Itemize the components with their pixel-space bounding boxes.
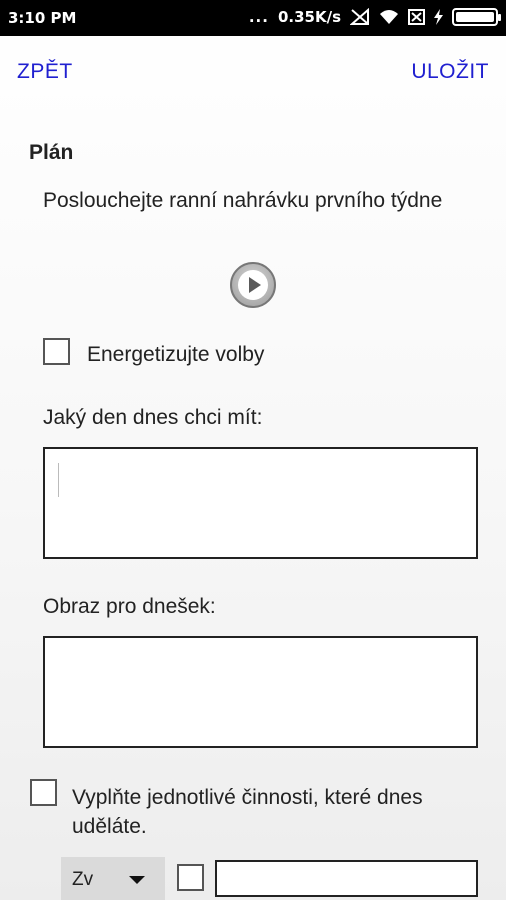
status-icons: ... 0.35K/s (248, 8, 501, 26)
image-label: Obraz pro dnešek: (43, 595, 216, 618)
activity-type-dropdown[interactable]: Zv (61, 857, 165, 900)
battery-level (456, 12, 494, 22)
activities-checkbox[interactable] (30, 779, 57, 806)
status-bar: 3:10 PM ... 0.35K/s (0, 0, 506, 36)
save-button[interactable]: ULOŽIT (411, 60, 489, 84)
image-textarea[interactable] (43, 636, 478, 748)
activity-checkbox[interactable] (177, 864, 204, 891)
play-button[interactable] (230, 262, 276, 308)
chevron-down-icon (129, 876, 145, 884)
status-time: 3:10 PM (8, 9, 77, 27)
status-dots: ... (248, 8, 269, 26)
signal-off-icon (350, 8, 369, 25)
page-title: Plán (29, 141, 74, 164)
charging-icon (434, 9, 443, 25)
activities-label: Vyplňte jednotlivé činnosti, které dnes … (72, 786, 423, 838)
battery-icon (452, 8, 501, 26)
activity-text-input[interactable] (215, 860, 478, 897)
instruction-text: Poslouchejte ranní nahrávku prvního týdn… (43, 189, 443, 212)
sim-off-icon (408, 9, 425, 25)
dropdown-value: Zv (72, 869, 94, 890)
network-speed: 0.35K/s (277, 8, 341, 26)
back-button[interactable]: ZPĚT (17, 60, 73, 84)
energize-checkbox[interactable] (43, 338, 70, 365)
day-question-label: Jaký den dnes chci mít: (43, 406, 263, 429)
day-textarea[interactable] (43, 447, 478, 559)
text-cursor (58, 463, 59, 497)
energize-label: Energetizujte volby (87, 343, 265, 366)
play-icon (249, 277, 261, 293)
wifi-icon (380, 10, 398, 24)
